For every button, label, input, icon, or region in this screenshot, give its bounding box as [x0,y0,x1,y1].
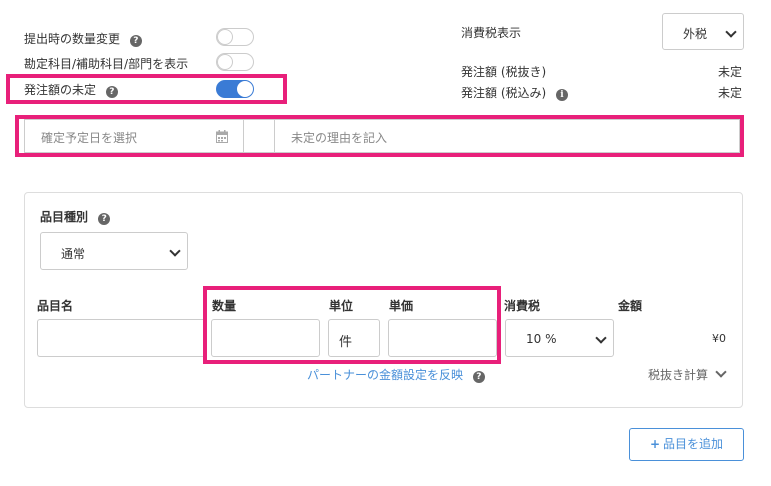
chevron-down-icon [169,245,181,257]
amount-excl-label: 発注額 (税抜き) [461,65,547,79]
input-addon [243,119,275,153]
item-type-label: 品目種別 ? [40,208,111,225]
info-icon[interactable]: i [556,89,569,101]
tax-rate-value: 10 % [526,332,557,346]
qty-input[interactable] [211,319,320,357]
unit-value: 件 [339,335,353,350]
qty-header: 数量 [212,299,237,313]
chevron-down-icon [595,332,607,344]
date-input[interactable]: 確定予定日を選択 [24,119,244,153]
account-display-text: 勘定科目/補助科目/部門を表示 [24,57,189,71]
help-icon[interactable]: ? [472,371,485,383]
item-type-value: 通常 [61,247,86,261]
qty-change-toggle[interactable] [216,28,254,46]
add-item-text: 品目を追加 [663,437,724,451]
calendar-icon[interactable] [216,130,228,143]
toggle-knob [237,81,253,97]
tax-display-select[interactable]: 外税 [662,13,744,50]
item-type-text: 品目種別 [40,210,89,224]
amount-incl-text: 発注額 (税込み) [461,86,547,100]
date-placeholder: 確定予定日を選択 [41,131,138,145]
chevron-down-icon [725,25,737,38]
reason-input[interactable]: 未定の理由を記入 [274,119,740,153]
amount-incl-value: 未定 [718,86,743,100]
qty-change-label: 提出時の数量変更 ? [24,30,142,47]
tax-header: 消費税 [504,299,541,313]
item-name-header: 品目名 [37,299,74,313]
chevron-down-icon [715,366,727,378]
amount-header: 金額 [618,299,643,313]
reason-placeholder: 未定の理由を記入 [291,131,388,145]
tax-display-label: 消費税表示 [461,26,522,40]
toggle-knob [217,29,233,45]
account-display-toggle[interactable] [216,53,254,71]
add-item-button[interactable]: + 品目を追加 [629,428,744,461]
tax-display-value: 外税 [683,27,708,41]
price-input[interactable] [388,319,497,357]
price-header: 単価 [389,299,414,313]
tax-calc-toggle[interactable]: 税抜き計算 [648,366,727,383]
account-display-label: 勘定科目/補助科目/部門を表示 [24,55,188,72]
partner-link-text[interactable]: パートナーの金額設定を反映 [307,368,463,382]
tax-rate-select[interactable]: 10 % [505,319,614,357]
amount-value: ¥0 [712,332,726,345]
toggle-knob [217,54,233,70]
unit-header: 単位 [329,299,354,313]
amount-undecided-text: 発注額の未定 [24,83,97,97]
partner-setting-link[interactable]: パートナーの金額設定を反映 ? [307,366,485,383]
item-name-input[interactable] [37,319,207,357]
amount-undecided-toggle[interactable] [216,80,254,98]
help-icon[interactable]: ? [98,213,111,225]
plus-icon: + [649,437,661,451]
amount-undecided-label: 発注額の未定 ? [24,81,118,98]
qty-change-text: 提出時の数量変更 [24,32,121,46]
amount-incl-label: 発注額 (税込み) i [461,84,569,101]
unit-input[interactable]: 件 [328,319,380,357]
tax-calc-text[interactable]: 税抜き計算 [648,368,708,382]
amount-excl-value: 未定 [718,65,743,79]
help-icon[interactable]: ? [105,86,118,98]
item-type-select[interactable]: 通常 [40,232,188,270]
help-icon[interactable]: ? [129,35,142,47]
